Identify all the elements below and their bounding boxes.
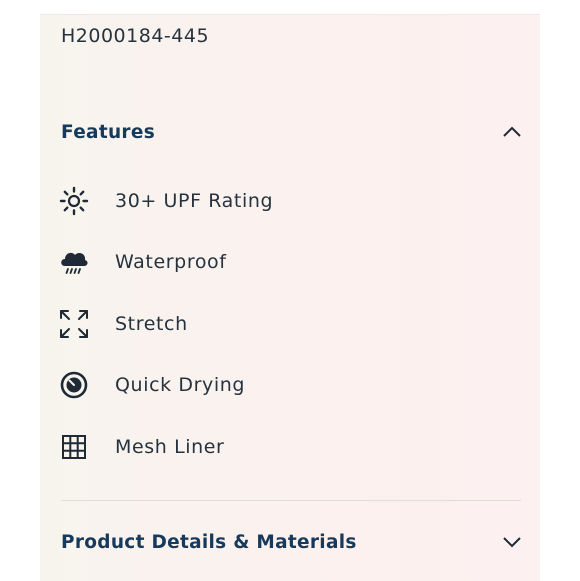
feature-list: 30+ UPF Rating Waterproof Stretch Quick …: [58, 170, 498, 478]
feature-item-quick-drying: Quick Drying: [58, 355, 498, 417]
feature-label: Waterproof: [115, 251, 227, 274]
product-details-accordion-header[interactable]: Product Details & Materials: [61, 525, 523, 559]
feature-item-waterproof: Waterproof: [58, 232, 498, 294]
feature-label: Mesh Liner: [115, 435, 225, 458]
timer-icon: [58, 367, 90, 403]
feature-label: Stretch: [115, 312, 188, 335]
feature-label: Quick Drying: [115, 374, 246, 397]
grid-icon: [58, 429, 90, 465]
feature-label: 30+ UPF Rating: [115, 189, 274, 212]
feature-item-upf: 30+ UPF Rating: [58, 170, 498, 232]
sun-icon: [58, 183, 90, 219]
expand-arrows-icon: [58, 306, 90, 342]
chevron-down-icon[interactable]: [501, 531, 523, 553]
chevron-up-icon[interactable]: [501, 121, 523, 143]
feature-item-stretch: Stretch: [58, 293, 498, 355]
product-info-panel: H2000184-445 Features 30+ UPF Rating Wat…: [40, 14, 540, 581]
product-sku: H2000184-445: [61, 25, 210, 47]
product-details-title: Product Details & Materials: [61, 531, 357, 553]
feature-item-mesh-liner: Mesh Liner: [58, 416, 498, 478]
section-divider: [61, 500, 521, 501]
features-accordion-header[interactable]: Features: [61, 115, 523, 149]
rain-cloud-icon: [58, 244, 90, 280]
features-title: Features: [61, 121, 156, 143]
